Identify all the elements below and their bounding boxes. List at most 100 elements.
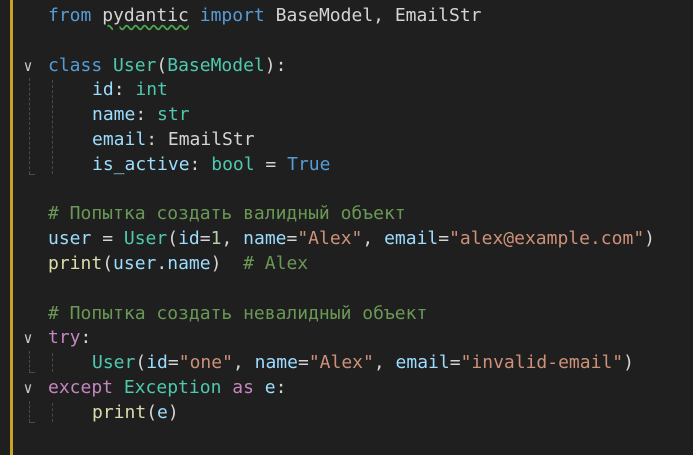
indent-guide [29,78,30,174]
code-token: User [92,352,136,374]
code-token: "invalid-email" [460,352,624,374]
code-token: ) [167,401,179,423]
indent-guide-end [29,372,35,373]
code-line[interactable]: ∨ try: [0,326,693,351]
code-text: print(user.name) # Alex [48,252,308,277]
code-text: email: EmailStr [92,128,255,153]
code-line[interactable]: # Попытка создать невалидный объект [0,302,693,327]
code-text: # Попытка создать валидный объект [48,202,406,227]
code-token: int [135,79,168,101]
code-token: : EmailStr [146,129,255,150]
code-token: = [297,352,309,374]
indent-guide [29,400,30,422]
code-token: = [167,352,179,374]
code-token: ( [167,228,179,250]
chevron-down-icon[interactable]: ∨ [20,326,36,351]
code-text: class User(BaseModel): [48,54,286,79]
code-token: print [92,401,147,423]
indent-guide [52,80,53,174]
code-token: from [48,5,92,26]
code-token: "Alex" [308,352,374,374]
code-line[interactable] [0,29,693,54]
code-line[interactable]: print(user.name) # Alex [0,252,693,277]
code-token: Exception [123,377,222,398]
code-token: name [243,228,287,250]
code-text: try: [48,326,91,351]
code-token: ( [146,401,158,423]
code-text: # Попытка создать невалидный объект [48,302,427,327]
code-line[interactable]: ∨ class User(BaseModel): [0,54,693,79]
code-text: user = User(id=1, name="Alex", email="al… [48,227,655,252]
code-token: True [287,153,331,175]
code-line[interactable]: email: EmailStr [0,128,693,153]
code-text: name: str [92,103,190,128]
code-token: User [113,54,157,76]
code-token: name [92,104,136,126]
code-token: print [48,253,103,274]
code-line[interactable]: name: str [0,103,693,128]
code-line[interactable]: User(id="one", name="Alex", email="inval… [0,351,693,376]
code-token: # Alex [243,253,309,274]
code-token: e [157,401,168,423]
code-text: print(e) [92,401,179,426]
code-token: ( [156,54,168,76]
code-token: = [91,228,124,250]
code-token: : [113,79,136,101]
code-line[interactable]: print(e) [0,401,693,426]
code-token: = [254,153,288,175]
code-text: is_active: bool = True [92,153,330,178]
code-token: ( [135,352,147,374]
code-token: id [178,228,200,250]
code-token: bool [211,153,255,175]
code-token: str [157,104,190,126]
code-text: id: int [92,78,168,103]
code-line[interactable]: ∨ except Exception as e: [0,376,693,401]
code-token: email [384,228,439,250]
code-token: = [286,228,298,250]
code-token: "alex@example.com" [449,228,645,250]
code-line[interactable]: from pydantic import BaseModel, EmailStr [0,4,693,29]
chevron-down-icon[interactable]: ∨ [20,54,36,79]
code-token: User [123,228,168,250]
code-token: BaseModel, EmailStr [264,5,482,26]
chevron-down-icon[interactable]: ∨ [20,376,36,401]
code-text: from pydantic import BaseModel, EmailStr [48,4,482,29]
code-token: ) [210,253,244,274]
code-token: "Alex" [297,228,363,250]
code-editor[interactable]: from pydantic import BaseModel, EmailStr… [0,0,693,455]
code-text: User(id="one", name="Alex", email="inval… [92,351,634,376]
code-token: ) [623,352,634,374]
code-token: "one" [178,352,233,374]
code-token: email [395,352,450,374]
code-token: : [135,104,158,126]
code-token: e [264,377,276,398]
code-token: pydantic [102,5,189,26]
code-line[interactable] [0,277,693,302]
code-token: = [438,228,450,250]
code-token: is_active [92,153,190,175]
code-line[interactable]: user = User(id=1, name="Alex", email="al… [0,227,693,252]
code-line[interactable]: is_active: bool = True [0,153,693,178]
code-token: ) [644,228,656,250]
code-token: = [449,352,461,374]
indent-guide [29,351,30,372]
code-token: : [275,377,287,398]
code-token: : [189,153,212,175]
code-token: try [48,327,81,349]
code-token: name [254,352,298,374]
code-token: , [362,228,385,250]
code-token: ( [102,253,114,274]
code-token: class [48,54,103,76]
code-line[interactable] [0,178,693,203]
code-token: as [232,377,254,398]
code-token: = [199,228,211,250]
code-line[interactable]: id: int [0,78,693,103]
code-line[interactable]: # Попытка создать валидный объект [0,202,693,227]
code-token: import [199,5,265,26]
code-token: user [48,228,92,250]
